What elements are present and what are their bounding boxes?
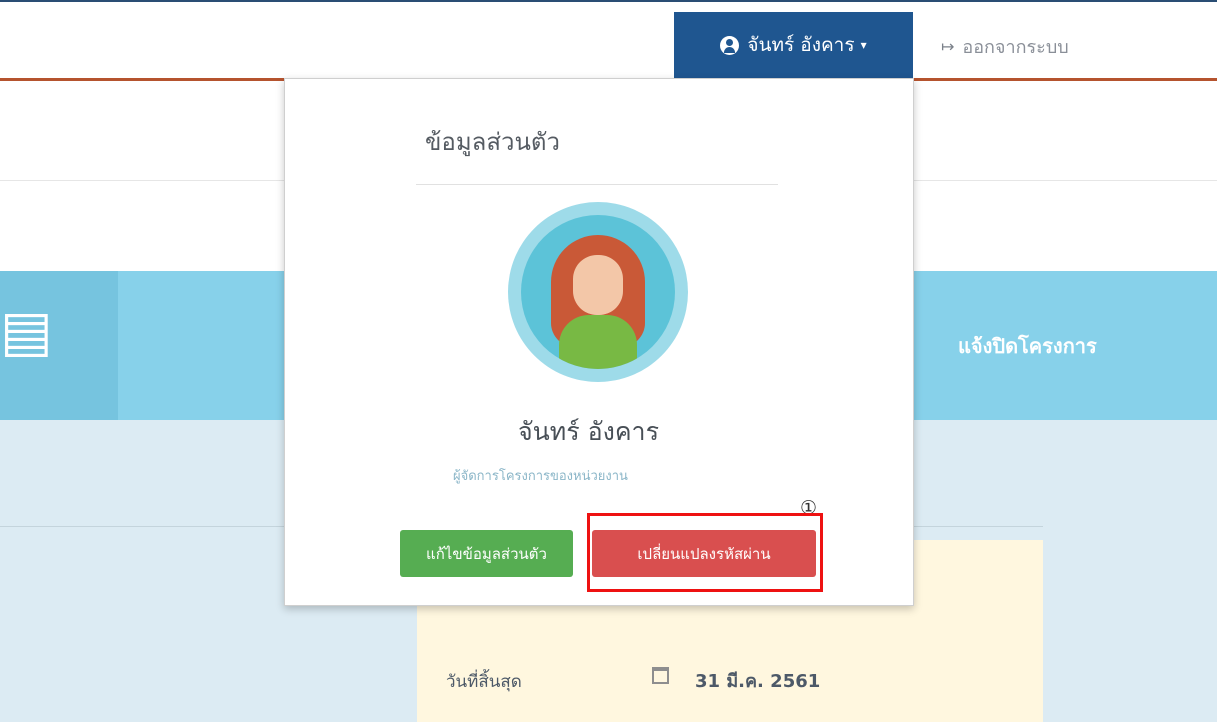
avatar-face: [573, 255, 623, 315]
edit-profile-button[interactable]: แก้ไขข้อมูลส่วนตัว: [400, 530, 573, 577]
calendar-icon: [652, 667, 669, 684]
profile-role: ผู้จัดการโครงการของหน่วยงาน: [453, 469, 628, 484]
end-date-value: 31 มี.ค. 2561: [695, 671, 821, 692]
avatar-inner: [521, 215, 675, 369]
sign-out-icon: ↦: [941, 37, 955, 56]
profile-title: ข้อมูลส่วนตัว: [425, 128, 560, 156]
profile-divider: [416, 184, 778, 185]
woman-avatar-icon: [508, 202, 688, 382]
user-menu-toggle[interactable]: จันทร์ อังคาร ▾: [674, 12, 913, 78]
chevron-down-icon: ▾: [860, 38, 867, 52]
close-project-link[interactable]: แจ้งปิดโครงการ: [958, 330, 1097, 362]
book-icon: ▤: [0, 299, 53, 364]
logout-label: ออกจากระบบ: [962, 37, 1069, 58]
user-circle-icon: [720, 35, 740, 55]
profile-name: จันทร์ อังคาร: [518, 417, 660, 446]
end-date-label: วันที่สิ้นสุด: [446, 672, 522, 692]
avatar-body: [559, 315, 637, 369]
user-menu-name: จันทร์ อังคาร: [747, 34, 855, 56]
annotation-highlight-box: [587, 513, 823, 592]
logout-link[interactable]: ↦ ออกจากระบบ: [941, 32, 1069, 61]
